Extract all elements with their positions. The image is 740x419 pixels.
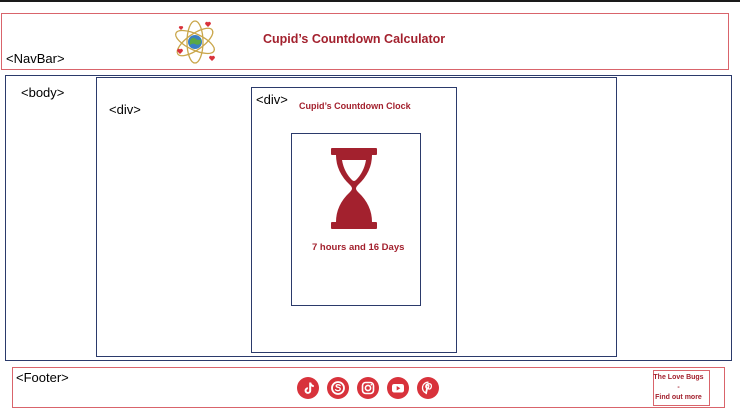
footer-tag-label: <Footer> [16,370,69,385]
top-edge-line [0,0,740,2]
clock-heading: Cupid’s Countdown Clock [299,101,411,111]
navbar-tag-label: <NavBar> [6,51,65,66]
find-out-more-link[interactable]: Find out more [650,394,707,401]
inner-div-tag-label: <div> [256,92,288,107]
body-tag-label: <body> [21,85,65,100]
countdown-text: 7 hours and 16 Days [312,242,405,253]
atom-globe-hearts-icon[interactable] [172,18,218,66]
page-title: Cupid’s Countdown Calculator [263,32,446,46]
love-bugs-separator: - [677,384,680,391]
skype-icon[interactable] [327,377,349,399]
tiktok-icon[interactable] [297,377,319,399]
pinterest-icon[interactable] [417,377,439,399]
outer-div-tag-label: <div> [109,102,141,117]
love-bugs-title[interactable]: The Love Bugs [650,374,707,381]
hourglass-icon [331,148,377,229]
youtube-icon[interactable] [387,377,409,399]
instagram-icon[interactable] [357,377,379,399]
